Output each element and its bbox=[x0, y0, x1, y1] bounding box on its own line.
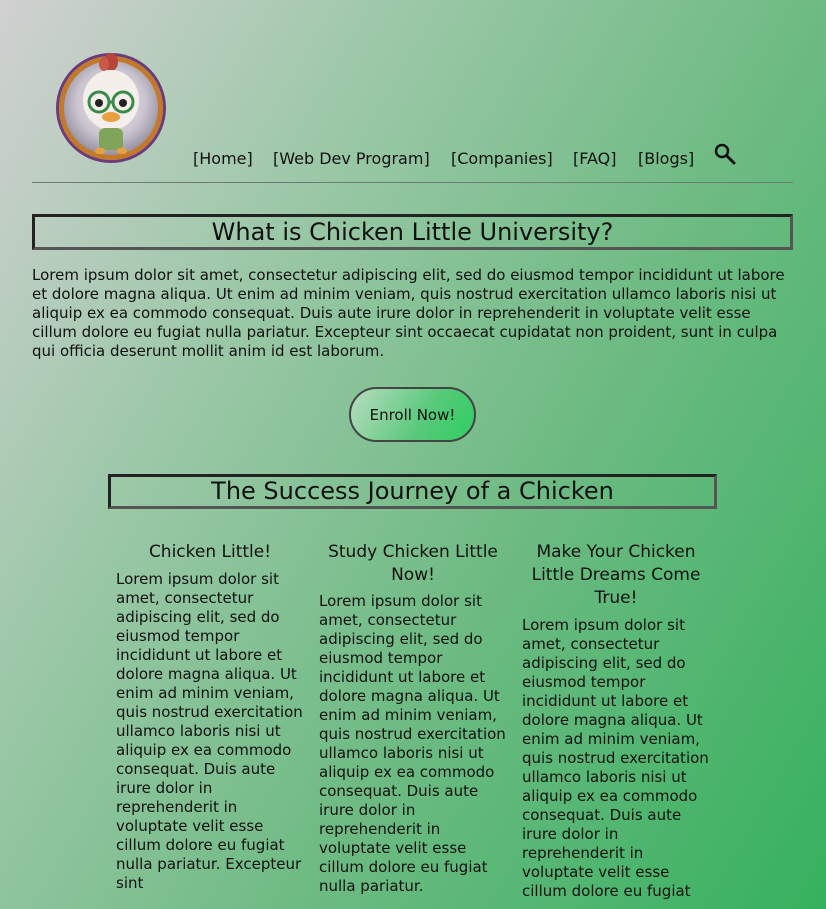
chicken-little-icon bbox=[83, 53, 139, 154]
column-heading: Make Your Chicken Little Dreams Come Tru… bbox=[531, 542, 701, 608]
nav-faq-link[interactable]: [FAQ] bbox=[573, 149, 616, 168]
header-divider bbox=[32, 182, 793, 183]
nav-web-dev-program-link[interactable]: [Web Dev Program] bbox=[273, 149, 430, 168]
journey-title: The Success Journey of a Chicken bbox=[108, 474, 717, 509]
nav-home-link[interactable]: [Home] bbox=[193, 149, 253, 168]
journey-column: Chicken Little! Lorem ipsum dolor sit am… bbox=[116, 541, 304, 893]
column-text: Lorem ipsum dolor sit amet, consectetur … bbox=[319, 592, 506, 895]
site-logo[interactable] bbox=[59, 53, 163, 160]
enroll-button[interactable]: Enroll Now! bbox=[349, 387, 476, 442]
column-heading: Chicken Little! bbox=[148, 542, 272, 562]
nav-blogs-link[interactable]: [Blogs] bbox=[638, 149, 694, 168]
journey-column: Study Chicken Little Now! Lorem ipsum do… bbox=[319, 541, 507, 896]
intro-text: Lorem ipsum dolor sit amet, consectetur … bbox=[32, 266, 785, 360]
column-heading: Study Chicken Little Now! bbox=[328, 542, 498, 585]
nav-companies-link[interactable]: [Companies] bbox=[451, 149, 553, 168]
column-text: Lorem ipsum dolor sit amet, consectetur … bbox=[116, 570, 303, 892]
journey-column: Make Your Chicken Little Dreams Come Tru… bbox=[522, 541, 710, 901]
intro-title: What is Chicken Little University? bbox=[32, 214, 793, 250]
column-text: Lorem ipsum dolor sit amet, consectetur … bbox=[522, 616, 709, 900]
search-icon[interactable] bbox=[714, 143, 736, 165]
